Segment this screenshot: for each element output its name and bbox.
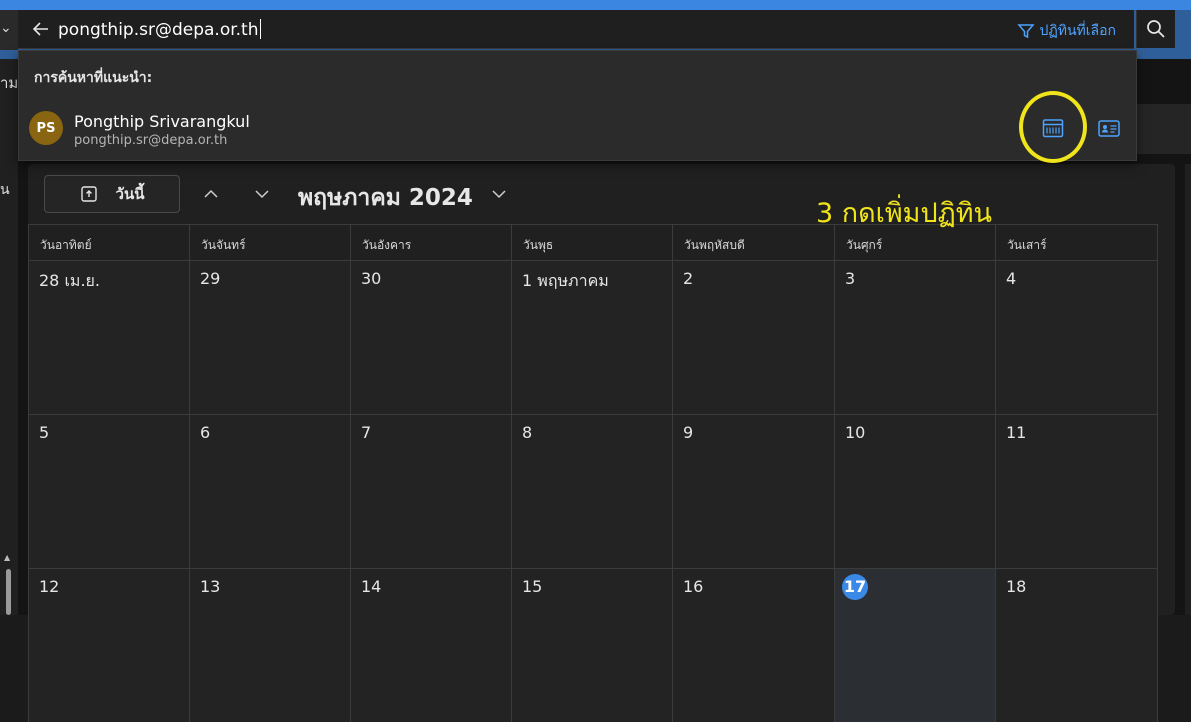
- scroll-up-icon[interactable]: ▲: [4, 553, 10, 562]
- day-cell[interactable]: 3: [835, 260, 996, 414]
- calendar-today-icon: [80, 186, 97, 202]
- day-number: 7: [361, 423, 372, 442]
- suggestion-name[interactable]: Pongthip Srivarangkul: [74, 112, 250, 131]
- day-cell[interactable]: 29: [190, 260, 351, 414]
- chevron-up-icon: [204, 189, 218, 198]
- day-number: 1 พฤษภาคม: [522, 271, 609, 290]
- highlight-circle: [1019, 91, 1087, 163]
- window-top-strip: [0, 0, 1191, 10]
- month-grid: วันอาทิตย์ วันจันทร์ วันอังคาร วันพุธ วันพฤห…: [28, 224, 1159, 722]
- today-label: วันนี้: [115, 185, 145, 203]
- month-title[interactable]: พฤษภาคม 2024: [298, 180, 473, 216]
- day-number: 12: [39, 577, 60, 596]
- weekday-header: วันเสาร์: [996, 224, 1158, 260]
- suggestions-heading: การค้นหาที่แนะนำ:: [34, 70, 153, 86]
- day-cell[interactable]: 7: [351, 414, 512, 568]
- contact-card-icon: [1098, 119, 1120, 137]
- left-nav-label-secondary[interactable]: น: [0, 179, 10, 201]
- current-day-number: 17: [842, 574, 868, 600]
- weekday-header: วันอังคาร: [351, 224, 512, 260]
- left-collapse-control[interactable]: ⌄: [0, 10, 18, 50]
- search-box: pongthip.sr@depa.or.th ปฏิทินที่เลือก: [18, 10, 1134, 49]
- weekday-header: วันอาทิตย์: [28, 224, 190, 260]
- day-number: 29: [200, 269, 221, 288]
- side-panel-edge: [1185, 164, 1191, 615]
- day-number: 9: [683, 423, 694, 442]
- search-query-text: pongthip.sr@depa.or.th: [58, 20, 259, 40]
- weekday-header: วันพฤหัสบดี: [673, 224, 835, 260]
- left-nav: าม น ▲: [0, 59, 18, 615]
- search-input[interactable]: pongthip.sr@depa.or.th: [58, 19, 261, 40]
- month-picker-button[interactable]: [490, 186, 508, 202]
- avatar: PS: [29, 111, 63, 145]
- day-cell[interactable]: 10: [835, 414, 996, 568]
- weekday-header: วันจันทร์: [190, 224, 351, 260]
- arrow-left-icon[interactable]: [30, 18, 52, 40]
- day-number: 13: [200, 577, 221, 596]
- previous-month-button[interactable]: [201, 184, 221, 204]
- day-cell[interactable]: 6: [190, 414, 351, 568]
- day-cell[interactable]: 30: [351, 260, 512, 414]
- day-cell[interactable]: 8: [512, 414, 673, 568]
- search-icon: [1147, 20, 1165, 38]
- day-cell[interactable]: 28 เม.ย.: [28, 260, 190, 414]
- today-button[interactable]: วันนี้: [44, 175, 180, 213]
- day-cell[interactable]: 16: [673, 568, 835, 722]
- day-cell[interactable]: 15: [512, 568, 673, 722]
- day-cell[interactable]: 2: [673, 260, 835, 414]
- weekday-header: วันพุธ: [512, 224, 673, 260]
- day-number: 6: [200, 423, 211, 442]
- chevron-down-icon: [255, 190, 269, 199]
- day-number: 8: [522, 423, 533, 442]
- annotation-text: 3 กดเพิ่มปฏิทิน: [816, 198, 992, 229]
- filter-label: ปฏิทินที่เลือก: [1039, 23, 1116, 39]
- suggestion-email: pongthip.sr@depa.or.th: [74, 133, 228, 148]
- day-cell[interactable]: 12: [28, 568, 190, 722]
- day-number: 4: [1006, 269, 1017, 288]
- day-cell[interactable]: 5: [28, 414, 190, 568]
- day-number: 11: [1006, 423, 1027, 442]
- day-cell[interactable]: 11: [996, 414, 1158, 568]
- filter-dropdown[interactable]: ปฏิทินที่เลือก: [1017, 20, 1116, 42]
- day-number: 30: [361, 269, 382, 288]
- search-suggestions: การค้นหาที่แนะนำ: PS Pongthip Srivarangk…: [18, 50, 1137, 161]
- search-button[interactable]: [1136, 10, 1175, 48]
- day-cell[interactable]: 9: [673, 414, 835, 568]
- day-cell[interactable]: 18: [996, 568, 1158, 722]
- day-number: 28 เม.ย.: [39, 271, 101, 290]
- day-cell[interactable]: 14: [351, 568, 512, 722]
- day-number: 3: [845, 269, 856, 288]
- header-right-edge: [1176, 10, 1191, 59]
- day-cell[interactable]: 1 พฤษภาคม: [512, 260, 673, 414]
- day-number: 16: [683, 577, 704, 596]
- day-number: 18: [1006, 577, 1027, 596]
- left-nav-label[interactable]: าม: [0, 71, 18, 95]
- text-caret: [259, 19, 261, 39]
- filter-icon: [1017, 24, 1036, 39]
- day-number: 15: [522, 577, 543, 596]
- day-cell[interactable]: 17: [835, 568, 996, 722]
- day-number: 14: [361, 577, 382, 596]
- scrollbar-thumb[interactable]: [6, 569, 11, 615]
- day-number: 10: [845, 423, 866, 442]
- day-number: 5: [39, 423, 50, 442]
- day-cell[interactable]: 13: [190, 568, 351, 722]
- next-month-button[interactable]: [252, 184, 272, 204]
- day-cell[interactable]: 4: [996, 260, 1158, 414]
- day-number: 2: [683, 269, 694, 288]
- chevron-down-icon: [492, 190, 506, 199]
- contact-card-button[interactable]: [1097, 117, 1121, 139]
